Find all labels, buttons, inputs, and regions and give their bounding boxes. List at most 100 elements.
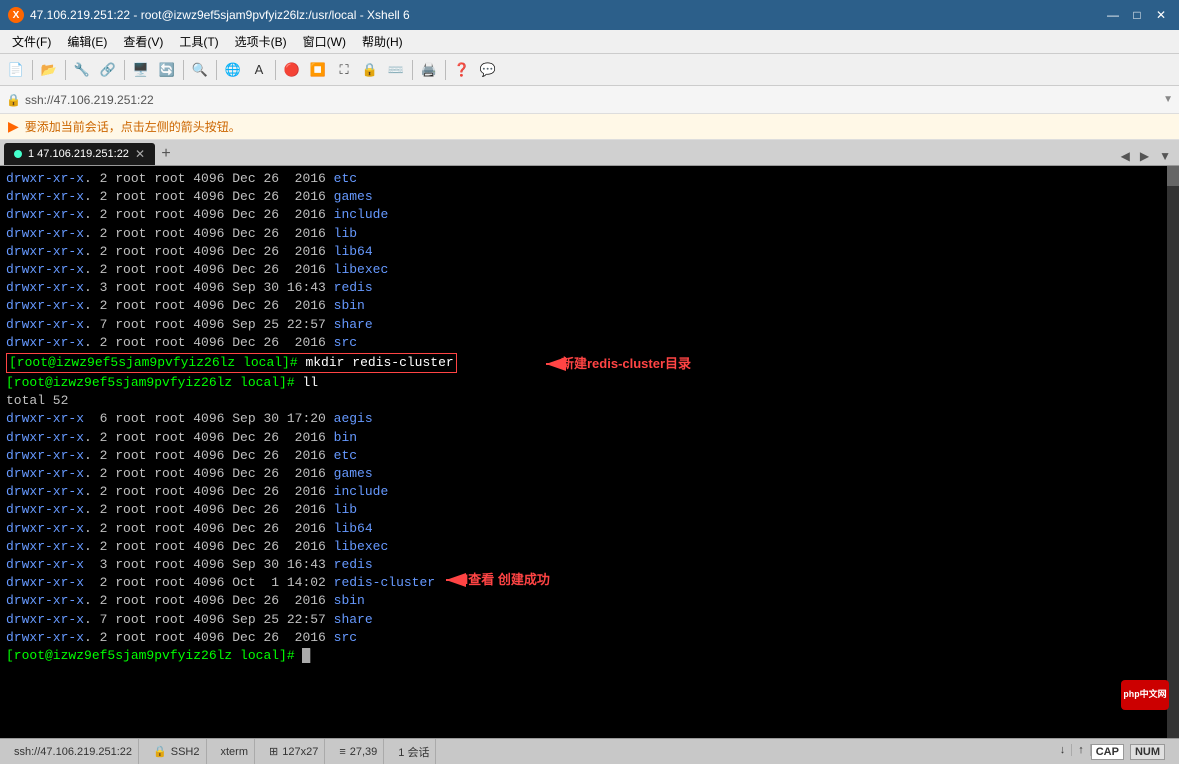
- status-position-value: 27,39: [350, 746, 378, 758]
- status-position: ≡ 27,39: [333, 739, 384, 764]
- terminal-line: drwxr-xr-x. 2 root root 4096 Dec 26 2016…: [6, 243, 1159, 261]
- terminal-line: drwxr-xr-x. 7 root root 4096 Sep 25 22:5…: [6, 316, 1159, 334]
- terminal-line: drwxr-xr-x 6 root root 4096 Sep 30 17:20…: [6, 410, 1159, 428]
- menu-view[interactable]: 查看(V): [115, 31, 171, 52]
- toolbar-font[interactable]: A: [247, 58, 271, 82]
- toolbar-chat[interactable]: 💬: [476, 58, 500, 82]
- tab-nav-prev[interactable]: ◀: [1117, 147, 1134, 165]
- address-text[interactable]: ssh://47.106.219.251:22: [25, 93, 1163, 107]
- terminal-line: drwxr-xr-x. 2 root root 4096 Dec 26 2016…: [6, 334, 1159, 352]
- menu-file[interactable]: 文件(F): [4, 31, 59, 52]
- toolbar-btn1[interactable]: 🔧: [70, 58, 94, 82]
- status-lock-icon: 🔒: [153, 745, 167, 758]
- toolbar-separator-7: [412, 60, 413, 80]
- toolbar-btn2[interactable]: 🔗: [96, 58, 120, 82]
- tab-nav-next[interactable]: ▶: [1136, 147, 1153, 165]
- address-dropdown-icon[interactable]: ▼: [1163, 94, 1173, 105]
- window-controls: — □ ✕: [1103, 7, 1171, 23]
- terminal-line: drwxr-xr-x. 3 root root 4096 Sep 30 16:4…: [6, 279, 1159, 297]
- num-label: NUM: [1130, 744, 1165, 760]
- toolbar-separator-6: [275, 60, 276, 80]
- toolbar-refresh[interactable]: 🔄: [155, 58, 179, 82]
- terminal[interactable]: drwxr-xr-x. 2 root root 4096 Dec 26 2016…: [0, 166, 1179, 738]
- terminal-prompt: [root@izwz9ef5sjam9pvfyiz26lz local]# █: [6, 647, 1159, 665]
- tab-close-button[interactable]: ✕: [135, 147, 145, 161]
- info-bar: ▶ 要添加当前会话，点击左侧的箭头按钮。: [0, 114, 1179, 140]
- status-right: ↓ ↑ CAP NUM: [1054, 744, 1171, 760]
- toolbar: 📄 📂 🔧 🔗 🖥️ 🔄 🔍 🌐 A 🔴 ⏹️ ⛶ 🔒 ⌨️ 🖨️ ❓ 💬: [0, 54, 1179, 86]
- terminal-line: drwxr-xr-x. 2 root root 4096 Dec 26 2016…: [6, 206, 1159, 224]
- mkdir-command-line: [root@izwz9ef5sjam9pvfyiz26lz local]# mk…: [6, 353, 457, 373]
- toolbar-separator-1: [32, 60, 33, 80]
- minimize-button[interactable]: —: [1103, 7, 1123, 23]
- menu-bar: 文件(F) 编辑(E) 查看(V) 工具(T) 选项卡(B) 窗口(W) 帮助(…: [0, 30, 1179, 54]
- terminal-line: drwxr-xr-x. 2 root root 4096 Dec 26 2016…: [6, 297, 1159, 315]
- status-address: ssh://47.106.219.251:22: [8, 739, 139, 764]
- toolbar-btn3[interactable]: 🖥️: [129, 58, 153, 82]
- terminal-line: drwxr-xr-x. 2 root root 4096 Dec 26 2016…: [6, 483, 1159, 501]
- terminal-line: drwxr-xr-x. 2 root root 4096 Dec 26 2016…: [6, 501, 1159, 519]
- tab-bar: 1 47.106.219.251:22 ✕ + ◀ ▶ ▼: [0, 140, 1179, 166]
- toolbar-new[interactable]: 📄: [4, 58, 28, 82]
- app-icon: X: [8, 7, 24, 23]
- status-term: xterm: [215, 739, 256, 764]
- status-scroll-down[interactable]: ↓: [1054, 744, 1073, 756]
- terminal-line: drwxr-xr-x. 2 root root 4096 Dec 26 2016…: [6, 447, 1159, 465]
- close-button[interactable]: ✕: [1151, 7, 1171, 23]
- terminal-line: drwxr-xr-x. 7 root root 4096 Sep 25 22:5…: [6, 611, 1159, 629]
- toolbar-open[interactable]: 📂: [37, 58, 61, 82]
- toolbar-separator-4: [183, 60, 184, 80]
- toolbar-btn7[interactable]: ⏹️: [306, 58, 330, 82]
- toolbar-separator-3: [124, 60, 125, 80]
- status-ssh2-label: SSH2: [171, 746, 200, 758]
- terminal-line: drwxr-xr-x. 2 root root 4096 Dec 26 2016…: [6, 538, 1159, 556]
- tab-status-dot: [14, 150, 22, 158]
- toolbar-print[interactable]: 🖨️: [417, 58, 441, 82]
- status-size-icon: ⊞: [269, 745, 278, 758]
- terminal-line: drwxr-xr-x. 2 root root 4096 Dec 26 2016…: [6, 465, 1159, 483]
- menu-help[interactable]: 帮助(H): [354, 31, 411, 52]
- terminal-line: drwxr-xr-x. 2 root root 4096 Dec 26 2016…: [6, 170, 1159, 188]
- cap-label: CAP: [1096, 746, 1119, 758]
- toolbar-lock[interactable]: 🔒: [358, 58, 382, 82]
- status-size: ⊞ 127x27: [263, 739, 325, 764]
- toolbar-fullscreen[interactable]: ⛶: [332, 58, 356, 82]
- toolbar-btn5[interactable]: 🌐: [221, 58, 245, 82]
- toolbar-search[interactable]: 🔍: [188, 58, 212, 82]
- total-line: total 52: [6, 392, 1159, 410]
- terminal-line: drwxr-xr-x. 2 root root 4096 Dec 26 2016…: [6, 429, 1159, 447]
- status-position-icon: ≡: [339, 746, 345, 758]
- title-bar: X 47.106.219.251:22 - root@izwz9ef5sjam9…: [0, 0, 1179, 30]
- svg-text:ll查看 创建成功: ll查看 创建成功: [461, 572, 550, 587]
- toolbar-btn6[interactable]: 🔴: [280, 58, 304, 82]
- status-sessions-value: 1 会话: [398, 744, 429, 760]
- toolbar-separator-8: [445, 60, 446, 80]
- terminal-line: drwxr-xr-x. 2 root root 4096 Dec 26 2016…: [6, 188, 1159, 206]
- menu-window[interactable]: 窗口(W): [295, 31, 354, 52]
- php-watermark-text: php中文网: [1123, 689, 1166, 702]
- status-protocol: 🔒 SSH2: [147, 739, 206, 764]
- menu-tools[interactable]: 工具(T): [171, 31, 226, 52]
- address-lock-icon: 🔒: [6, 93, 21, 107]
- status-scroll-up[interactable]: ↑: [1072, 744, 1091, 756]
- terminal-line: drwxr-xr-x. 2 root root 4096 Dec 26 2016…: [6, 225, 1159, 243]
- maximize-button[interactable]: □: [1127, 7, 1147, 23]
- session-tab[interactable]: 1 47.106.219.251:22 ✕: [4, 143, 155, 165]
- status-num-indicator: NUM: [1124, 744, 1171, 760]
- tab-nav-menu[interactable]: ▼: [1155, 147, 1175, 165]
- status-xterm-label: xterm: [221, 746, 249, 758]
- menu-tabs[interactable]: 选项卡(B): [227, 31, 295, 52]
- tab-add-button[interactable]: +: [155, 143, 177, 165]
- menu-edit[interactable]: 编辑(E): [59, 31, 115, 52]
- status-bar: ssh://47.106.219.251:22 🔒 SSH2 xterm ⊞ 1…: [0, 738, 1179, 764]
- status-sessions: 1 会话: [392, 739, 436, 764]
- toolbar-help[interactable]: ❓: [450, 58, 474, 82]
- address-bar: 🔒 ssh://47.106.219.251:22 ▼: [0, 86, 1179, 114]
- window-title: 47.106.219.251:22 - root@izwz9ef5sjam9pv…: [30, 8, 410, 22]
- info-text: 要添加当前会话，点击左侧的箭头按钮。: [25, 118, 241, 135]
- info-arrow-icon: ▶: [8, 118, 19, 135]
- php-watermark: php中文网: [1121, 680, 1169, 710]
- toolbar-keyboard[interactable]: ⌨️: [384, 58, 408, 82]
- status-ssh-addr: ssh://47.106.219.251:22: [14, 746, 132, 758]
- title-left: X 47.106.219.251:22 - root@izwz9ef5sjam9…: [8, 7, 410, 23]
